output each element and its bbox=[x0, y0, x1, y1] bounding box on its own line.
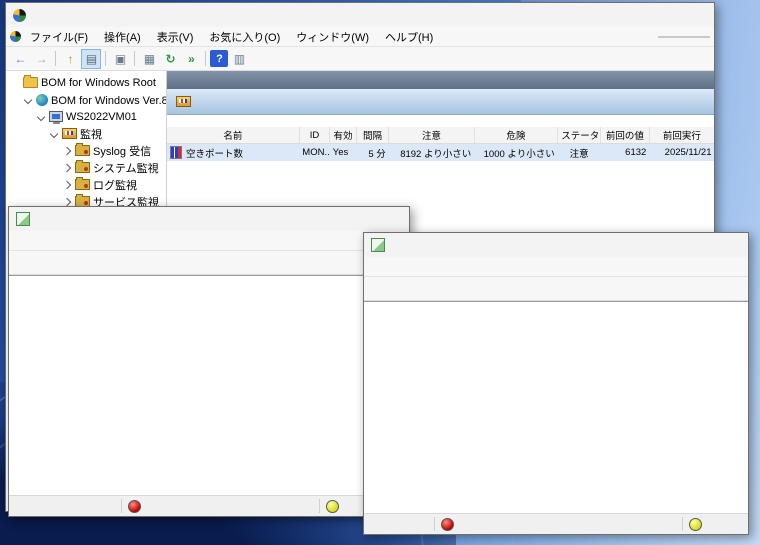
chart-title bbox=[364, 302, 748, 305]
空きポート数[interactable]: 空きポート数 MON... Yes 5 分 8192 より小さい 1000 より… bbox=[167, 143, 714, 161]
log-viewer-app-icon bbox=[371, 238, 385, 252]
section-header bbox=[167, 89, 714, 115]
table-header-row: 名前ID有効間隔注意危険ステータス前回の値前回実行 bbox=[167, 127, 714, 144]
tree-node-icon bbox=[75, 160, 90, 173]
column-header[interactable]: 注意 bbox=[388, 127, 475, 144]
column-header[interactable]: 有効 bbox=[329, 127, 357, 144]
status-state bbox=[9, 499, 122, 513]
status-danger-section bbox=[435, 517, 683, 531]
menu-bar bbox=[9, 231, 409, 251]
refresh-button[interactable]: ↻ bbox=[160, 49, 180, 69]
tree-item[interactable]: ログ監視 bbox=[6, 176, 166, 193]
viewer-toolbar bbox=[9, 251, 409, 275]
tree-node-icon bbox=[75, 143, 90, 156]
chart-title bbox=[9, 276, 409, 279]
warning-dot-icon bbox=[326, 499, 339, 513]
tree-item[interactable]: WS2022VM01 bbox=[6, 108, 166, 125]
title-bar[interactable] bbox=[6, 3, 714, 27]
tree-item[interactable]: 監視 bbox=[6, 125, 166, 142]
tree-node-icon bbox=[36, 93, 48, 106]
tree-expander-icon[interactable] bbox=[36, 112, 46, 121]
export-button[interactable]: » bbox=[181, 49, 201, 69]
tree-item[interactable]: BOM for Windows Ver.8.0 (ロ bbox=[6, 91, 166, 108]
help-button[interactable]: ? bbox=[210, 50, 228, 67]
hint-text bbox=[167, 115, 714, 125]
column-header[interactable]: 間隔 bbox=[356, 127, 390, 144]
main-toolbar: ← → ↑ ▤ ▣ ▦ ↻»? ▥ bbox=[6, 47, 714, 71]
column-header[interactable]: 前回実行 bbox=[649, 127, 714, 144]
log-viewer-app-icon bbox=[16, 212, 30, 226]
bom-app-icon bbox=[13, 8, 26, 22]
tree-expander-icon[interactable] bbox=[23, 95, 33, 104]
toolbar-separator bbox=[55, 51, 56, 66]
monitor-items-table: 名前ID有効間隔注意危険ステータス前回の値前回実行 空きポート数 MON... … bbox=[167, 127, 714, 161]
toolbar-separator bbox=[134, 51, 135, 66]
forward-button[interactable]: → bbox=[31, 49, 51, 69]
toolbar-separator bbox=[205, 51, 206, 66]
status-bar bbox=[9, 495, 409, 516]
status-warning-section bbox=[683, 517, 748, 531]
title-bar[interactable] bbox=[9, 207, 409, 231]
danger-dot-icon bbox=[441, 517, 454, 531]
tree-expander-icon[interactable] bbox=[49, 129, 59, 138]
title-bar[interactable] bbox=[364, 233, 748, 257]
status-bar bbox=[364, 513, 748, 534]
tree-item[interactable]: Syslog 受信 bbox=[6, 142, 166, 159]
desktop-wallpaper: ファイル(F) 操作(A) 表示(V) お気に入り(O) ウィンドウ(W) ヘルプ(H) … bbox=[0, 0, 760, 545]
tree-expander-icon[interactable] bbox=[62, 180, 72, 189]
tree-node-icon bbox=[23, 75, 38, 88]
chart-panel bbox=[9, 275, 409, 495]
tree-node-icon bbox=[49, 111, 63, 124]
menu-item[interactable]: ウィンドウ(W) bbox=[289, 28, 376, 46]
properties-button[interactable]: ▦ bbox=[139, 49, 159, 69]
log-viewer-window-time-wait bbox=[363, 232, 749, 535]
tree-node-icon bbox=[62, 128, 77, 139]
monitor-group-icon bbox=[176, 96, 191, 107]
status-state bbox=[364, 517, 435, 531]
status-danger-section bbox=[122, 499, 320, 513]
copy-button[interactable]: ▣ bbox=[110, 49, 130, 69]
tree-item[interactable]: BOM for Windows Root bbox=[6, 74, 166, 91]
warning-dot-icon bbox=[689, 517, 702, 531]
bom-app-icon bbox=[10, 31, 21, 42]
back-button[interactable]: ← bbox=[10, 49, 30, 69]
show-tree-button[interactable]: ▤ bbox=[81, 48, 101, 69]
menu-item[interactable]: ヘルプ(H) bbox=[378, 28, 440, 46]
monitor-item-icon bbox=[170, 146, 182, 159]
chart-panel bbox=[364, 301, 748, 513]
danger-dot-icon bbox=[128, 499, 141, 513]
log-viewer-window-free-ports bbox=[8, 206, 410, 517]
toolbar-separator bbox=[105, 51, 106, 66]
tree-expander-icon[interactable] bbox=[62, 163, 72, 172]
column-header[interactable]: ステータス bbox=[557, 127, 601, 144]
path-header bbox=[167, 71, 714, 89]
menu-item[interactable]: 操作(A) bbox=[97, 28, 148, 46]
menu-bar: ファイル(F) 操作(A) 表示(V) お気に入り(O) ウィンドウ(W) ヘルプ(H) bbox=[6, 27, 714, 47]
viewer-toolbar bbox=[364, 277, 748, 301]
column-header[interactable]: 名前 bbox=[167, 127, 300, 144]
tree-expander-icon[interactable] bbox=[62, 197, 72, 206]
up-folder-button[interactable]: ↑ bbox=[60, 49, 80, 69]
column-header[interactable]: 前回の値 bbox=[600, 127, 650, 144]
tree-node-icon bbox=[75, 177, 90, 190]
mdi-window-buttons bbox=[658, 35, 710, 38]
menu-item[interactable]: お気に入り(O) bbox=[202, 28, 287, 46]
tree-expander-icon[interactable] bbox=[62, 146, 72, 155]
menu-item[interactable]: 表示(V) bbox=[150, 28, 201, 46]
window-button[interactable]: ▥ bbox=[229, 49, 249, 69]
tree-item[interactable]: システム監視 bbox=[6, 159, 166, 176]
column-header[interactable]: ID bbox=[299, 127, 331, 144]
menu-bar bbox=[364, 257, 748, 277]
column-header[interactable]: 危険 bbox=[474, 127, 559, 144]
menu-item[interactable]: ファイル(F) bbox=[23, 28, 95, 46]
